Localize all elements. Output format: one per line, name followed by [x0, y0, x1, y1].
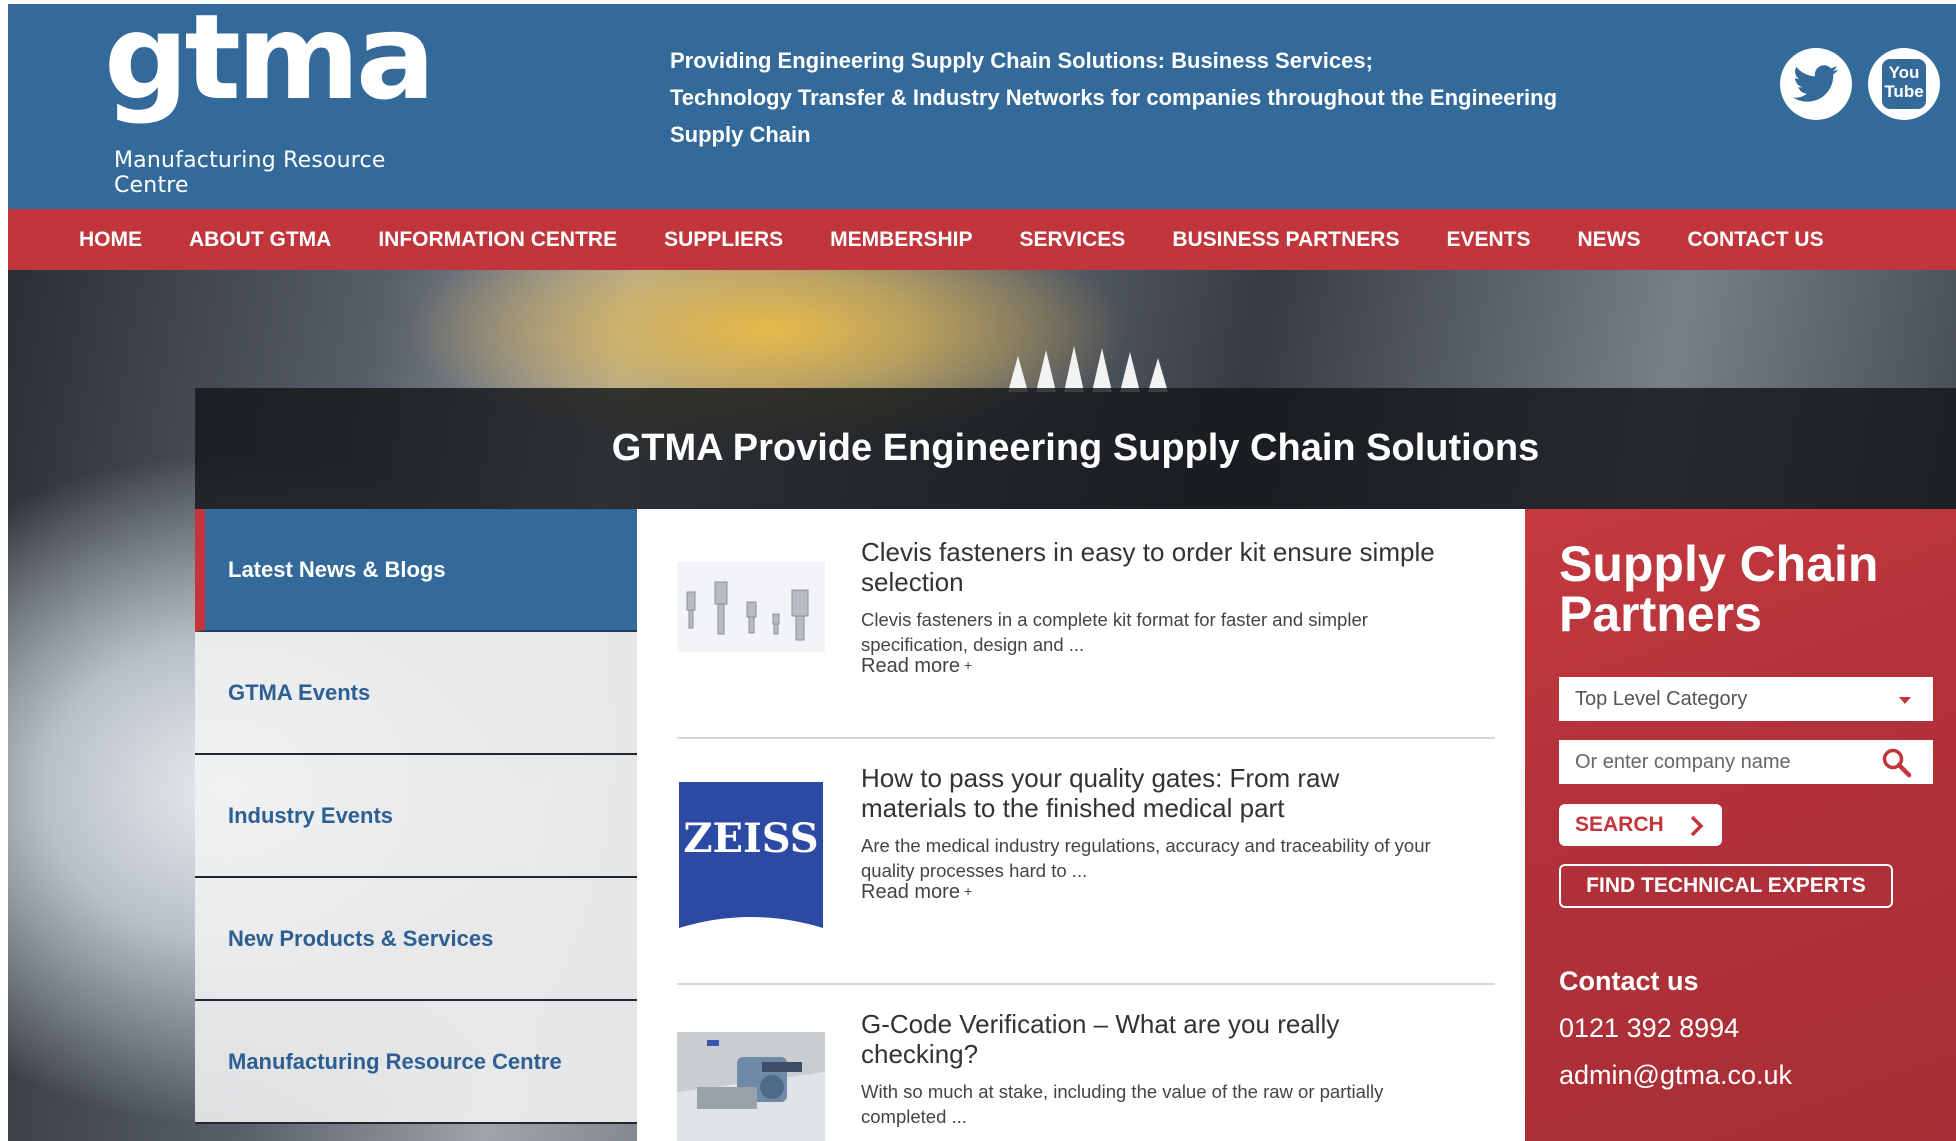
news-excerpt: With so much at stake, including the val…: [861, 1081, 1384, 1127]
twitter-link[interactable]: [1780, 48, 1852, 120]
tab-latest-news[interactable]: Latest News & Blogs: [195, 509, 637, 632]
hero-banner: GTMA Provide Engineering Supply Chain So…: [195, 388, 1956, 509]
news-thumbnail[interactable]: [677, 562, 825, 652]
nav-membership[interactable]: MEMBERSHIP: [830, 228, 972, 252]
plus-icon: +: [963, 883, 973, 899]
find-technical-experts-button[interactable]: FIND TECHNICAL EXPERTS: [1559, 864, 1893, 908]
tab-industry-events[interactable]: Industry Events: [195, 755, 637, 878]
chevron-down-icon: [1899, 697, 1911, 704]
nav-information-centre[interactable]: INFORMATION CENTRE: [378, 228, 617, 252]
tab-new-products[interactable]: New Products & Services: [195, 878, 637, 1001]
news-title[interactable]: How to pass your quality gates: From raw…: [861, 763, 1451, 823]
news-title[interactable]: G-Code Verification – What are you reall…: [861, 1009, 1451, 1069]
content-tabs: Latest News & Blogs GTMA Events Industry…: [195, 509, 637, 1124]
tab-gtma-events[interactable]: GTMA Events: [195, 632, 637, 755]
logo-subtitle: Manufacturing Resource Centre: [114, 148, 386, 198]
company-name-input[interactable]: [1559, 740, 1933, 784]
news-divider: [677, 983, 1495, 985]
partners-title: Supply Chain Partners: [1559, 536, 1879, 642]
cnc-machine-image: [677, 1032, 825, 1141]
gtma-logo[interactable]: gtma Manufacturing Resource Centre: [104, 4, 449, 198]
nav-services[interactable]: SERVICES: [1019, 228, 1125, 252]
site-header: gtma Manufacturing Resource Centre Provi…: [8, 4, 1956, 209]
page: gtma Manufacturing Resource Centre Provi…: [8, 4, 1956, 1141]
search-button[interactable]: SEARCH: [1559, 804, 1722, 846]
category-select-value: Top Level Category: [1575, 687, 1748, 710]
news-thumbnail[interactable]: [677, 1032, 825, 1141]
nav-contact[interactable]: CONTACT US: [1688, 228, 1824, 252]
contact-heading: Contact us: [1559, 966, 1699, 996]
read-more-label: Read more: [861, 881, 960, 903]
hero-title: GTMA Provide Engineering Supply Chain So…: [611, 427, 1540, 469]
nav-events[interactable]: EVENTS: [1446, 228, 1530, 252]
news-list: Clevis fasteners in easy to order kit en…: [637, 509, 1525, 1141]
main-nav: HOME ABOUT GTMA INFORMATION CENTRE SUPPL…: [8, 209, 1956, 270]
nav-suppliers[interactable]: SUPPLIERS: [664, 228, 783, 252]
nav-business-partners[interactable]: BUSINESS PARTNERS: [1172, 228, 1399, 252]
search-icon[interactable]: [1881, 747, 1913, 779]
news-excerpt: Clevis fasteners in a complete kit forma…: [861, 609, 1368, 655]
youtube-label-bottom: Tube: [1884, 82, 1924, 101]
tagline-line: Providing Engineering Supply Chain Solut…: [670, 48, 1373, 73]
tagline-line: Supply Chain: [670, 122, 811, 147]
header-tagline: Providing Engineering Supply Chain Solut…: [670, 42, 1650, 153]
tab-manufacturing-resource-centre[interactable]: Manufacturing Resource Centre: [195, 1001, 637, 1124]
news-title[interactable]: Clevis fasteners in easy to order kit en…: [861, 537, 1451, 597]
read-more-link[interactable]: Read more +: [861, 655, 972, 678]
logo-wordmark: gtma: [104, 4, 435, 126]
nav-home[interactable]: HOME: [79, 228, 142, 252]
contact-email[interactable]: admin@gtma.co.uk: [1559, 1060, 1792, 1091]
zeiss-logo: ZEISS: [679, 782, 823, 928]
read-more-label: Read more: [861, 655, 960, 677]
supply-chain-partners-panel: Supply Chain Partners Top Level Category…: [1525, 509, 1956, 1141]
read-more-link[interactable]: Read more +: [861, 881, 972, 904]
youtube-icon: You Tube: [1882, 59, 1926, 109]
youtube-label-top: You: [1888, 63, 1920, 82]
plus-icon: +: [963, 657, 973, 673]
nav-about[interactable]: ABOUT GTMA: [189, 228, 331, 252]
category-select[interactable]: Top Level Category: [1559, 677, 1933, 721]
gear-image: [1008, 346, 1168, 392]
twitter-icon: [1793, 65, 1839, 102]
chevron-right-icon: [1690, 815, 1704, 837]
search-button-label: SEARCH: [1575, 813, 1664, 836]
tagline-line: Technology Transfer & Industry Networks …: [670, 85, 1558, 110]
youtube-link[interactable]: You Tube: [1868, 48, 1940, 120]
news-divider: [677, 737, 1495, 739]
news-excerpt: Are the medical industry regulations, ac…: [861, 835, 1431, 881]
zeiss-logo-text: ZEISS: [683, 815, 818, 862]
news-thumbnail[interactable]: ZEISS: [677, 780, 825, 930]
contact-phone[interactable]: 0121 392 8994: [1559, 1013, 1739, 1044]
nav-news[interactable]: NEWS: [1578, 228, 1641, 252]
clevis-fasteners-image: [677, 562, 825, 652]
